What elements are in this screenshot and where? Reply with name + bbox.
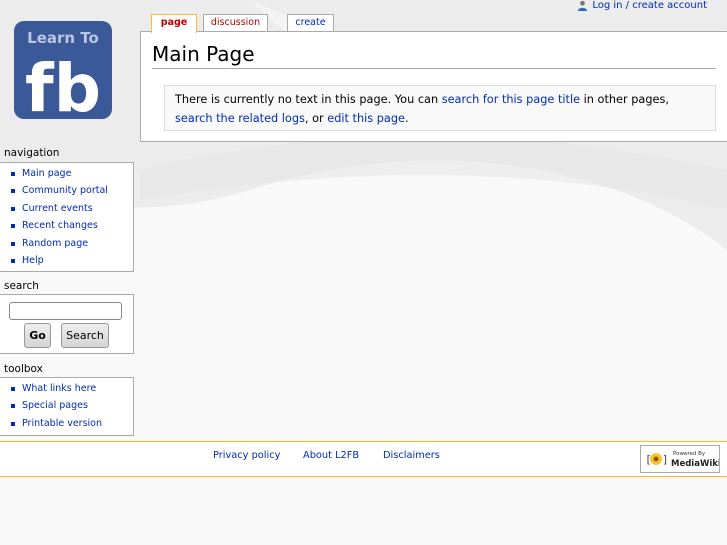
search-title-link[interactable]: search for this page title <box>442 93 580 106</box>
toolbox-item-special-pages[interactable]: Special pages <box>0 397 133 414</box>
bullet-icon <box>11 241 15 246</box>
nav-link[interactable]: Community portal <box>22 185 108 196</box>
bullet-icon <box>11 224 15 229</box>
nav-item-main-page[interactable]: Main page <box>0 165 133 182</box>
bullet-icon <box>11 258 15 263</box>
personal-tools: Log in / create account <box>577 0 707 11</box>
search-button[interactable]: Search <box>61 323 109 348</box>
powered-by-mediawiki-badge[interactable]: [ ] Powered By MediaWiki <box>640 445 721 473</box>
user-icon <box>578 0 588 11</box>
powered-by-line1: Powered By <box>673 451 706 457</box>
footer-privacy-link[interactable]: Privacy policy <box>213 450 280 461</box>
nav-item-current-events[interactable]: Current events <box>0 200 133 217</box>
no-article-notice: There is currently no text in this page.… <box>164 85 716 131</box>
toolbox-item-printable-version[interactable]: Printable version <box>0 415 133 432</box>
notice-text: There is currently no text in this page.… <box>175 93 442 106</box>
mediawiki-logo: [ ] Powered By MediaWiki <box>642 447 721 471</box>
page-title: Main Page <box>152 41 716 69</box>
navigation-body: Main page Community portal Current event… <box>0 162 134 272</box>
nav-link[interactable]: Main page <box>22 168 71 179</box>
tab-discussion[interactable]: discussion <box>203 14 268 31</box>
toolbox-body: What links here Special pages Printable … <box>0 377 134 436</box>
nav-link[interactable]: Current events <box>22 203 93 214</box>
search-logs-link[interactable]: search the related logs <box>175 112 305 125</box>
search-input[interactable] <box>9 302 122 320</box>
learn-to-fb-logo: Learn To fb <box>14 21 112 127</box>
nav-item-random-page[interactable]: Random page <box>0 235 133 252</box>
notice-text: in other pages, <box>580 93 669 106</box>
notice-text: , or <box>304 112 328 125</box>
tab-page[interactable]: page <box>151 14 197 33</box>
nav-link[interactable]: Recent changes <box>22 220 98 231</box>
bullet-icon <box>11 421 15 426</box>
nav-link[interactable]: Random page <box>22 238 88 249</box>
bullet-icon <box>11 172 15 176</box>
navigation-heading: navigation <box>4 147 60 159</box>
bullet-icon <box>11 189 15 194</box>
footer: Privacy policy About L2FB Disclaimers [ … <box>0 441 727 477</box>
toolbox-heading: toolbox <box>4 363 43 375</box>
nav-item-help[interactable]: Help <box>0 252 133 269</box>
toolbox-link[interactable]: Printable version <box>22 418 102 429</box>
bullet-icon <box>11 404 15 409</box>
nav-link[interactable]: Help <box>22 255 44 266</box>
content-area: Main Page There is currently no text in … <box>140 31 727 142</box>
nav-item-recent-changes[interactable]: Recent changes <box>0 217 133 234</box>
bullet-icon <box>11 206 15 211</box>
bullet-icon <box>11 387 15 391</box>
footer-disclaimers-link[interactable]: Disclaimers <box>383 450 440 461</box>
nav-item-community-portal[interactable]: Community portal <box>0 182 133 199</box>
go-button[interactable]: Go <box>24 323 51 348</box>
toolbox-item-what-links-here[interactable]: What links here <box>0 380 133 397</box>
powered-by-line2: MediaWiki <box>671 459 719 469</box>
logo-line2: fb <box>25 50 101 119</box>
toolbox-link[interactable]: Special pages <box>22 400 88 411</box>
svg-text:]: ] <box>662 453 669 466</box>
search-heading: search <box>4 280 39 292</box>
tab-create[interactable]: create <box>287 14 334 31</box>
search-body: Go Search <box>0 294 134 354</box>
footer-about-link[interactable]: About L2FB <box>303 450 359 461</box>
toolbox-link[interactable]: What links here <box>22 383 96 394</box>
notice-text: . <box>404 112 409 125</box>
site-logo[interactable]: Learn To fb <box>14 21 112 127</box>
login-link[interactable]: Log in / create account <box>592 0 707 11</box>
logo-line1: Learn To <box>27 29 99 47</box>
edit-page-link[interactable]: edit this page <box>327 112 405 125</box>
